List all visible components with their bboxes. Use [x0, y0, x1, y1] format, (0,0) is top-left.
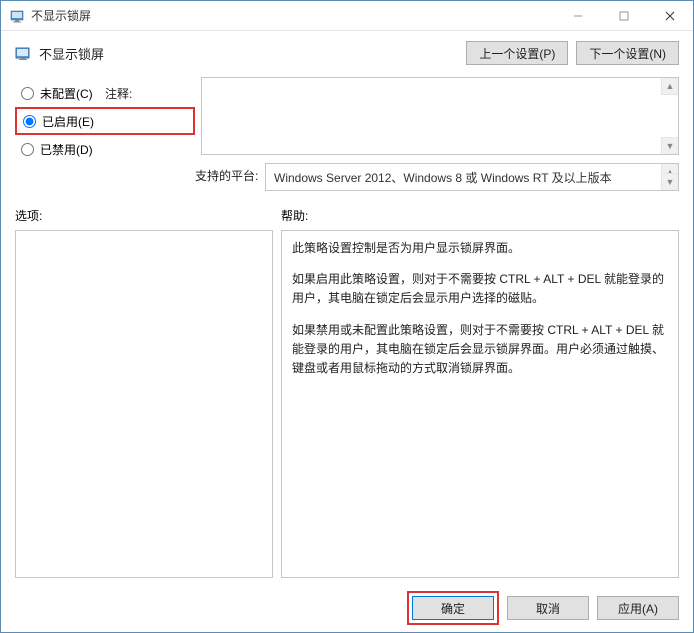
platform-label: 支持的平台:	[195, 163, 259, 184]
ok-button[interactable]: 确定	[412, 596, 494, 620]
help-paragraph: 此策略设置控制是否为用户显示锁屏界面。	[292, 239, 668, 258]
dialog-window: 不显示锁屏 不显示锁屏 上一个设置(P) 下一个设置(N)	[0, 0, 694, 633]
policy-title: 不显示锁屏	[39, 44, 104, 63]
scroll-up-icon[interactable]: ▲	[661, 78, 678, 95]
titlebar: 不显示锁屏	[1, 1, 693, 31]
platform-row: 支持的平台: Windows Server 2012、Windows 8 或 W…	[195, 163, 679, 191]
options-pane	[15, 230, 273, 578]
apply-button[interactable]: 应用(A)	[597, 596, 679, 620]
app-icon	[9, 8, 25, 24]
radio-enabled-input[interactable]	[23, 115, 36, 128]
header: 不显示锁屏 上一个设置(P) 下一个设置(N)	[1, 31, 693, 73]
options-label: 选项:	[15, 207, 281, 224]
radio-enabled[interactable]: 已启用(E)	[15, 107, 195, 135]
comment-textarea[interactable]: ▲ ▼	[201, 77, 679, 155]
window-title: 不显示锁屏	[31, 7, 91, 24]
panes: 此策略设置控制是否为用户显示锁屏界面。 如果启用此策略设置，则对于不需要按 CT…	[1, 228, 693, 584]
radio-label: 已启用(E)	[42, 113, 94, 130]
scroll-down-icon[interactable]: ▼	[661, 137, 678, 154]
comment-label: 注释:	[105, 87, 132, 101]
radio-label: 未配置(C)	[40, 85, 93, 102]
help-paragraph: 如果禁用或未配置此策略设置，则对于不需要按 CTRL + ALT + DEL 就…	[292, 321, 668, 379]
minimize-button[interactable]	[555, 1, 601, 31]
previous-setting-button[interactable]: 上一个设置(P)	[466, 41, 568, 65]
pane-labels: 选项: 帮助:	[1, 195, 693, 228]
next-setting-button[interactable]: 下一个设置(N)	[576, 41, 679, 65]
footer: 确定 取消 应用(A)	[1, 584, 693, 632]
ok-button-highlight: 确定	[407, 591, 499, 625]
radio-disabled[interactable]: 已禁用(D)	[15, 135, 195, 163]
policy-icon	[15, 45, 31, 61]
help-pane: 此策略设置控制是否为用户显示锁屏界面。 如果启用此策略设置，则对于不需要按 CT…	[281, 230, 679, 578]
radio-disabled-input[interactable]	[21, 143, 34, 156]
maximize-button[interactable]	[601, 1, 647, 31]
meta-column: ▲ ▼ 支持的平台: Windows Server 2012、Windows 8…	[195, 77, 679, 191]
scroll-down-icon[interactable]: ▼	[661, 173, 678, 190]
platform-value: Windows Server 2012、Windows 8 或 Windows …	[274, 171, 612, 185]
help-label: 帮助:	[281, 207, 679, 224]
comment-row: ▲ ▼	[195, 77, 679, 155]
radio-label: 已禁用(D)	[40, 141, 93, 158]
radio-not-configured-input[interactable]	[21, 87, 34, 100]
close-button[interactable]	[647, 1, 693, 31]
cancel-button[interactable]: 取消	[507, 596, 589, 620]
platform-box: Windows Server 2012、Windows 8 或 Windows …	[265, 163, 679, 191]
help-paragraph: 如果启用此策略设置，则对于不需要按 CTRL + ALT + DEL 就能登录的…	[292, 270, 668, 308]
